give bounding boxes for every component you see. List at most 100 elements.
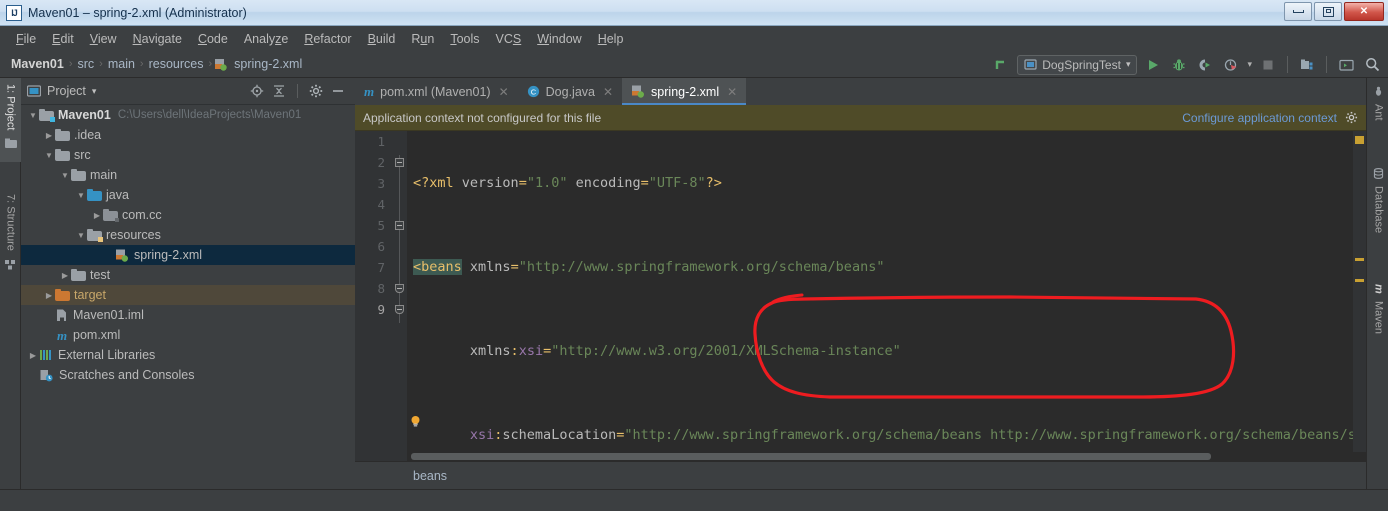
chevron-down-icon[interactable]: ▾ <box>1247 59 1252 70</box>
project-tree[interactable]: ▼ Maven01 C:\Users\dell\IdeaProjects\Mav… <box>21 104 355 489</box>
fold-marker-beans[interactable] <box>395 158 404 167</box>
tree-item-path: C:\Users\dell\IdeaProjects\Maven01 <box>117 109 302 121</box>
application-config-icon <box>1024 58 1037 71</box>
run-play-icon[interactable] <box>1143 55 1163 75</box>
run-with-coverage-icon[interactable] <box>1195 55 1215 75</box>
sidebar-item-maven[interactable]: m Maven <box>1368 278 1388 356</box>
code-content[interactable]: <?xml version="1.0" encoding="UTF-8"?> <… <box>407 131 1366 461</box>
marker-warning[interactable] <box>1355 279 1364 282</box>
breadcrumb-src[interactable]: src <box>74 57 97 71</box>
twisty-icon[interactable]: ▼ <box>59 171 71 180</box>
tree-item-src[interactable]: ▼ src <box>21 145 355 165</box>
sidebar-item-structure[interactable]: 7: Structure <box>0 188 21 288</box>
spring-config-file-icon <box>631 85 645 98</box>
close-icon[interactable]: ✕ <box>603 85 613 99</box>
editor-tab-spring-2-xml[interactable]: spring-2.xml ✕ <box>622 78 747 105</box>
tree-item-maven01-iml[interactable]: Maven01.iml <box>21 305 355 325</box>
menu-view[interactable]: View <box>82 29 125 49</box>
sidebar-item-project[interactable]: 1: Project <box>0 78 21 162</box>
stop-icon[interactable] <box>1258 55 1278 75</box>
tree-item-com-cc[interactable]: ▶ com.cc <box>21 205 355 225</box>
code-token: schemaLocation <box>502 427 617 443</box>
editor-gutter[interactable]: 1 2 3 4 5 6 7 8 9 <box>355 131 407 461</box>
twisty-icon[interactable]: ▶ <box>27 351 39 360</box>
left-tool-strip: 1: Project 7: Structure <box>0 78 21 489</box>
scroll-from-source-icon[interactable] <box>250 84 264 98</box>
editor-horizontal-scrollbar[interactable] <box>407 452 1366 461</box>
close-icon[interactable]: ✕ <box>499 85 509 99</box>
tree-item-spring-2-xml[interactable]: spring-2.xml <box>21 245 355 265</box>
breadcrumb-file[interactable]: spring-2.xml <box>231 57 305 71</box>
breadcrumb-project[interactable]: Maven01 <box>8 57 67 71</box>
gear-icon[interactable] <box>309 84 323 98</box>
menu-window[interactable]: Window <box>529 29 589 49</box>
menu-tools[interactable]: Tools <box>442 29 487 49</box>
tree-item-external-libraries[interactable]: ▶ External Libraries <box>21 345 355 365</box>
menu-help[interactable]: Help <box>590 29 632 49</box>
close-icon[interactable]: ✕ <box>727 85 737 99</box>
twisty-icon[interactable]: ▶ <box>43 291 55 300</box>
breadcrumb-main[interactable]: main <box>105 57 138 71</box>
search-everywhere-icon[interactable] <box>1362 55 1382 75</box>
tree-item-scratches-and-consoles[interactable]: Scratches and Consoles <box>21 365 355 385</box>
breadcrumb-separator: › <box>208 58 213 70</box>
code-line-3: xmlns:xsi="http://www.w3.org/2001/XMLSch… <box>407 341 1366 362</box>
breadcrumb-resources[interactable]: resources <box>146 57 207 71</box>
twisty-icon[interactable]: ▶ <box>43 131 55 140</box>
fold-marker-bean[interactable] <box>395 221 404 230</box>
twisty-icon[interactable]: ▼ <box>75 231 87 240</box>
menu-navigate[interactable]: Navigate <box>125 29 190 49</box>
marker-warning[interactable] <box>1355 136 1364 144</box>
twisty-icon[interactable]: ▼ <box>75 191 87 200</box>
editor-breadcrumb-beans[interactable]: beans <box>413 469 447 483</box>
project-structure-icon[interactable] <box>1297 55 1317 75</box>
tree-item-maven01[interactable]: ▼ Maven01 C:\Users\dell\IdeaProjects\Mav… <box>21 105 355 125</box>
editor-tab-dog-java[interactable]: C Dog.java ✕ <box>518 78 622 105</box>
scrollbar-thumb[interactable] <box>411 453 1211 460</box>
gear-icon[interactable] <box>1345 111 1358 124</box>
code-editor[interactable]: 1 2 3 4 5 6 7 8 9 <?xml version="1.0" en… <box>355 131 1366 461</box>
collapse-all-icon[interactable] <box>272 84 286 98</box>
tree-item-test[interactable]: ▶ test <box>21 265 355 285</box>
configure-application-context-link[interactable]: Configure application context <box>1182 111 1337 125</box>
menu-refactor[interactable]: Refactor <box>296 29 359 49</box>
twisty-icon[interactable]: ▶ <box>91 211 103 220</box>
menu-vcs[interactable]: VCS <box>488 29 530 49</box>
close-button[interactable]: ✕ <box>1344 2 1384 21</box>
maven-pom-icon: m <box>364 83 375 99</box>
fold-marker-bean-end[interactable] <box>395 284 404 293</box>
menu-file[interactable]: File <box>8 29 44 49</box>
sidebar-item-database[interactable]: Database <box>1368 162 1388 256</box>
tree-item-label: Scratches and Consoles <box>59 368 195 382</box>
profiler-icon[interactable] <box>1221 55 1241 75</box>
tree-item-main[interactable]: ▼ main <box>21 165 355 185</box>
hide-icon[interactable] <box>331 84 345 98</box>
run-configuration-selector[interactable]: DogSpringTest ▾ <box>1017 54 1138 75</box>
update-project-arrow-icon[interactable] <box>991 55 1011 75</box>
menu-analyze[interactable]: Analyze <box>236 29 296 49</box>
tree-item-target[interactable]: ▶ target <box>21 285 355 305</box>
editor-marker-bar[interactable] <box>1353 131 1366 461</box>
twisty-icon[interactable]: ▶ <box>59 271 71 280</box>
menu-code[interactable]: Code <box>190 29 236 49</box>
debug-bug-icon[interactable] <box>1169 55 1189 75</box>
maximize-button[interactable] <box>1314 2 1342 21</box>
menu-edit[interactable]: Edit <box>44 29 82 49</box>
tree-item-java[interactable]: ▼ java <box>21 185 355 205</box>
chevron-down-icon[interactable]: ▾ <box>92 86 97 97</box>
menu-build[interactable]: Build <box>360 29 404 49</box>
menu-run[interactable]: Run <box>403 29 442 49</box>
tree-item-pom-xml[interactable]: m pom.xml <box>21 325 355 345</box>
twisty-icon[interactable]: ▼ <box>43 151 55 160</box>
structure-tool-window-label: 7: Structure <box>4 194 17 251</box>
tree-item-resources[interactable]: ▼ resources <box>21 225 355 245</box>
banner-message: Application context not configured for t… <box>363 110 602 125</box>
marker-warning[interactable] <box>1355 258 1364 261</box>
sidebar-item-ant[interactable]: Ant <box>1368 80 1388 136</box>
twisty-icon[interactable]: ▼ <box>27 111 39 120</box>
minimize-button[interactable] <box>1284 2 1312 21</box>
tree-item-idea[interactable]: ▶ .idea <box>21 125 355 145</box>
fold-marker-beans-end[interactable] <box>395 305 404 314</box>
editor-tab-pom-xml[interactable]: m pom.xml (Maven01) ✕ <box>355 78 518 105</box>
terminal-icon[interactable] <box>1336 55 1356 75</box>
